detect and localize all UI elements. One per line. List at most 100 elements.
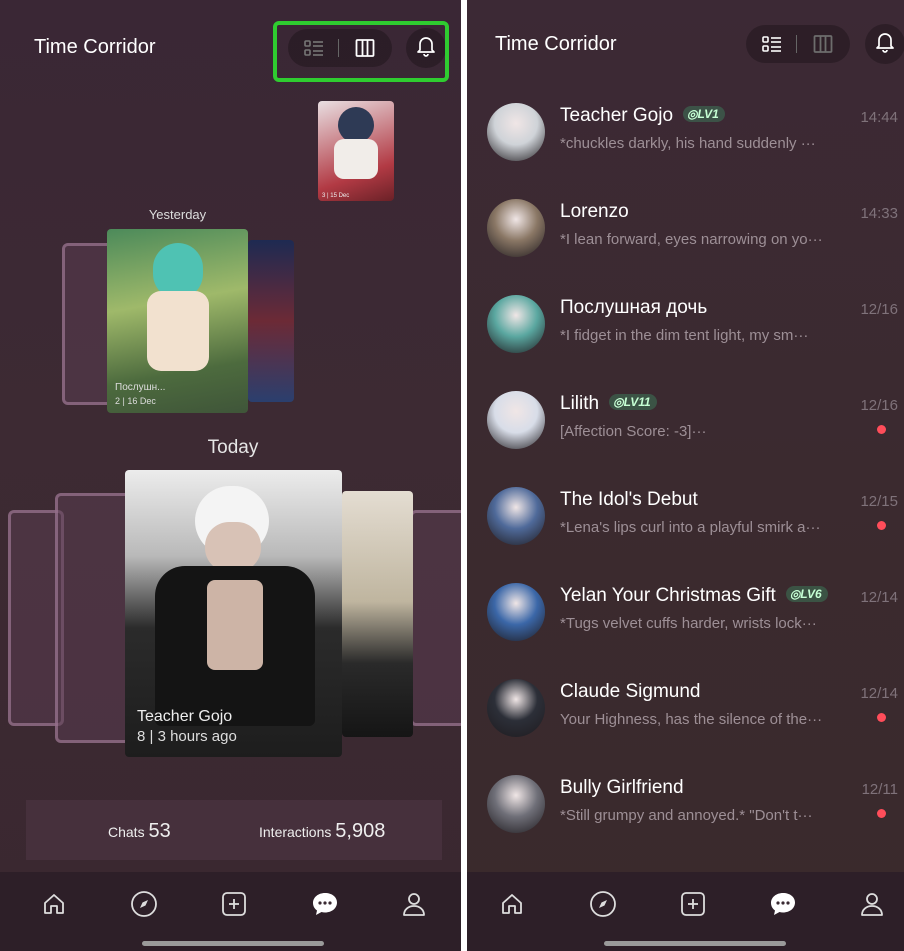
chats-value: 53 [148, 820, 171, 842]
chat-name: Yelan Your Christmas Gift ◎LV6 [560, 585, 828, 607]
chat-name-text: Lilith [560, 393, 600, 414]
chat-row[interactable]: Yelan Your Christmas Gift ◎LV6 *Tugs velve… [467, 583, 904, 679]
level-badge: ◎LV6 [785, 586, 828, 602]
avatar [487, 583, 545, 641]
level-badge-icon: ◎ [789, 587, 801, 601]
home-indicator [142, 941, 324, 946]
chat-name-text: Bully Girlfriend [560, 777, 684, 798]
chat-row[interactable]: Bully Girlfriend *Still grumpy and annoye… [467, 775, 904, 871]
memory-card-side[interactable] [342, 491, 413, 737]
chats-label: Chats [108, 824, 145, 840]
chat-name: Lorenzo [560, 201, 629, 223]
profile-icon[interactable] [399, 889, 429, 919]
placeholder-card [410, 510, 461, 726]
chat-time: 12/14 [860, 685, 898, 702]
home-icon[interactable] [497, 889, 527, 919]
chat-name: The Idol's Debut [560, 489, 698, 511]
chat-name: Teacher Gojo ◎LV1 [560, 105, 725, 127]
time-corridor-gallery-view: Time Corridor 3 | 15 Dec Yesterday Послу… [0, 0, 461, 951]
avatar [487, 103, 545, 161]
memory-card-today[interactable]: Teacher Gojo 8 | 3 hours ago [125, 470, 342, 757]
chat-preview: Your Highness, has the silence of the··· [560, 711, 823, 728]
stats-bar: Chats 53 Interactions 5,908 [26, 800, 442, 860]
create-plus-icon[interactable] [678, 889, 708, 919]
level-badge-icon: ◎ [613, 395, 624, 409]
chat-row[interactable]: Teacher Gojo ◎LV1 *chuckles darkly, his ha… [467, 103, 904, 199]
card-character-face [205, 522, 261, 572]
card-character-chest [207, 580, 263, 670]
avatar [487, 391, 545, 449]
page-title: Time Corridor [34, 36, 156, 58]
level-badge-text: LV6 [800, 587, 822, 601]
card-meta: 3 | 15 Dec [322, 193, 350, 199]
card-character-body [334, 139, 378, 179]
card-character-art [338, 107, 374, 143]
discover-compass-icon[interactable] [588, 889, 618, 919]
chat-time: 12/15 [860, 493, 898, 510]
level-badge: ◎LV1 [683, 106, 725, 122]
card-character-body [147, 291, 209, 371]
chat-name-text: The Idol's Debut [560, 489, 698, 510]
chat-name: Послушная дочь [560, 297, 707, 319]
view-toggle [746, 25, 850, 63]
gallery-view-icon[interactable] [812, 33, 834, 55]
chats-stat: Chats 53 [108, 820, 171, 843]
notification-button[interactable] [865, 24, 904, 64]
level-badge-text: LV1 [697, 107, 719, 121]
avatar [487, 487, 545, 545]
chat-row[interactable]: Lilith ◎LV11 [Affection Score: -3]··· 12/16 [467, 391, 904, 487]
chat-time: 14:44 [860, 109, 898, 126]
card-meta: 2 | 16 Dec [115, 396, 156, 406]
memory-card-small[interactable]: 3 | 15 Dec [318, 101, 394, 201]
toggle-divider [796, 35, 797, 53]
list-view-icon[interactable] [761, 33, 783, 55]
card-title: Послушн... [115, 382, 166, 393]
chat-preview: *chuckles darkly, his hand suddenly ··· [560, 135, 816, 152]
chat-name-text: Lorenzo [560, 201, 629, 222]
avatar [487, 679, 545, 737]
chat-preview: *Tugs velvet cuffs harder, wrists lock··… [560, 615, 817, 632]
chat-name: Lilith ◎LV11 [560, 393, 657, 415]
card-title: Teacher Gojo [137, 708, 233, 725]
chat-time: 12/14 [860, 589, 898, 606]
chat-row[interactable]: Послушная дочь *I fidget in the dim tent … [467, 295, 904, 391]
chat-name: Bully Girlfriend [560, 777, 684, 799]
create-plus-icon[interactable] [219, 889, 249, 919]
unread-dot [877, 809, 886, 818]
profile-icon[interactable] [857, 889, 887, 919]
interactions-label: Interactions [259, 824, 332, 840]
unread-dot [877, 425, 886, 434]
chat-time: 12/11 [861, 781, 898, 798]
card-meta: 8 | 3 hours ago [137, 728, 237, 745]
chat-row[interactable]: Claude Sigmund Your Highness, has the sil… [467, 679, 904, 775]
memory-card-side[interactable] [248, 240, 294, 402]
chat-bubble-icon[interactable] [310, 889, 340, 919]
chat-preview: *I lean forward, eyes narrowing on yo··· [560, 231, 823, 248]
chat-time: 12/16 [860, 397, 898, 414]
chat-name-text: Teacher Gojo [560, 105, 674, 126]
home-indicator [604, 941, 786, 946]
chat-name: Claude Sigmund [560, 681, 700, 703]
level-badge: ◎LV11 [609, 394, 657, 410]
chat-time: 12/16 [860, 301, 898, 318]
chat-bubble-icon[interactable] [768, 889, 798, 919]
chat-preview: *Lena's lips curl into a playful smirk a… [560, 519, 821, 536]
chat-time: 14:33 [860, 205, 898, 222]
avatar [487, 775, 545, 833]
time-corridor-list-view: Time Corridor Teacher Gojo ◎LV1 *chuckles … [467, 0, 904, 951]
chat-name-text: Послушная дочь [560, 297, 708, 318]
level-badge-text: LV11 [623, 395, 651, 409]
chat-name-text: Yelan Your Christmas Gift [560, 585, 776, 606]
chat-name-text: Claude Sigmund [560, 681, 701, 702]
avatar [487, 199, 545, 257]
bottom-nav [467, 872, 904, 951]
discover-compass-icon[interactable] [129, 889, 159, 919]
interactions-stat: Interactions 5,908 [259, 820, 385, 843]
home-icon[interactable] [39, 889, 69, 919]
unread-dot [877, 521, 886, 530]
chat-row[interactable]: Lorenzo *I lean forward, eyes narrowing o… [467, 199, 904, 295]
page-title: Time Corridor [495, 33, 617, 55]
chat-row[interactable]: The Idol's Debut *Lena's lips curl into a… [467, 487, 904, 583]
chat-preview: *Still grumpy and annoyed.* "Don't t··· [560, 807, 813, 824]
memory-card-yesterday[interactable]: Послушн... 2 | 16 Dec [107, 229, 248, 413]
